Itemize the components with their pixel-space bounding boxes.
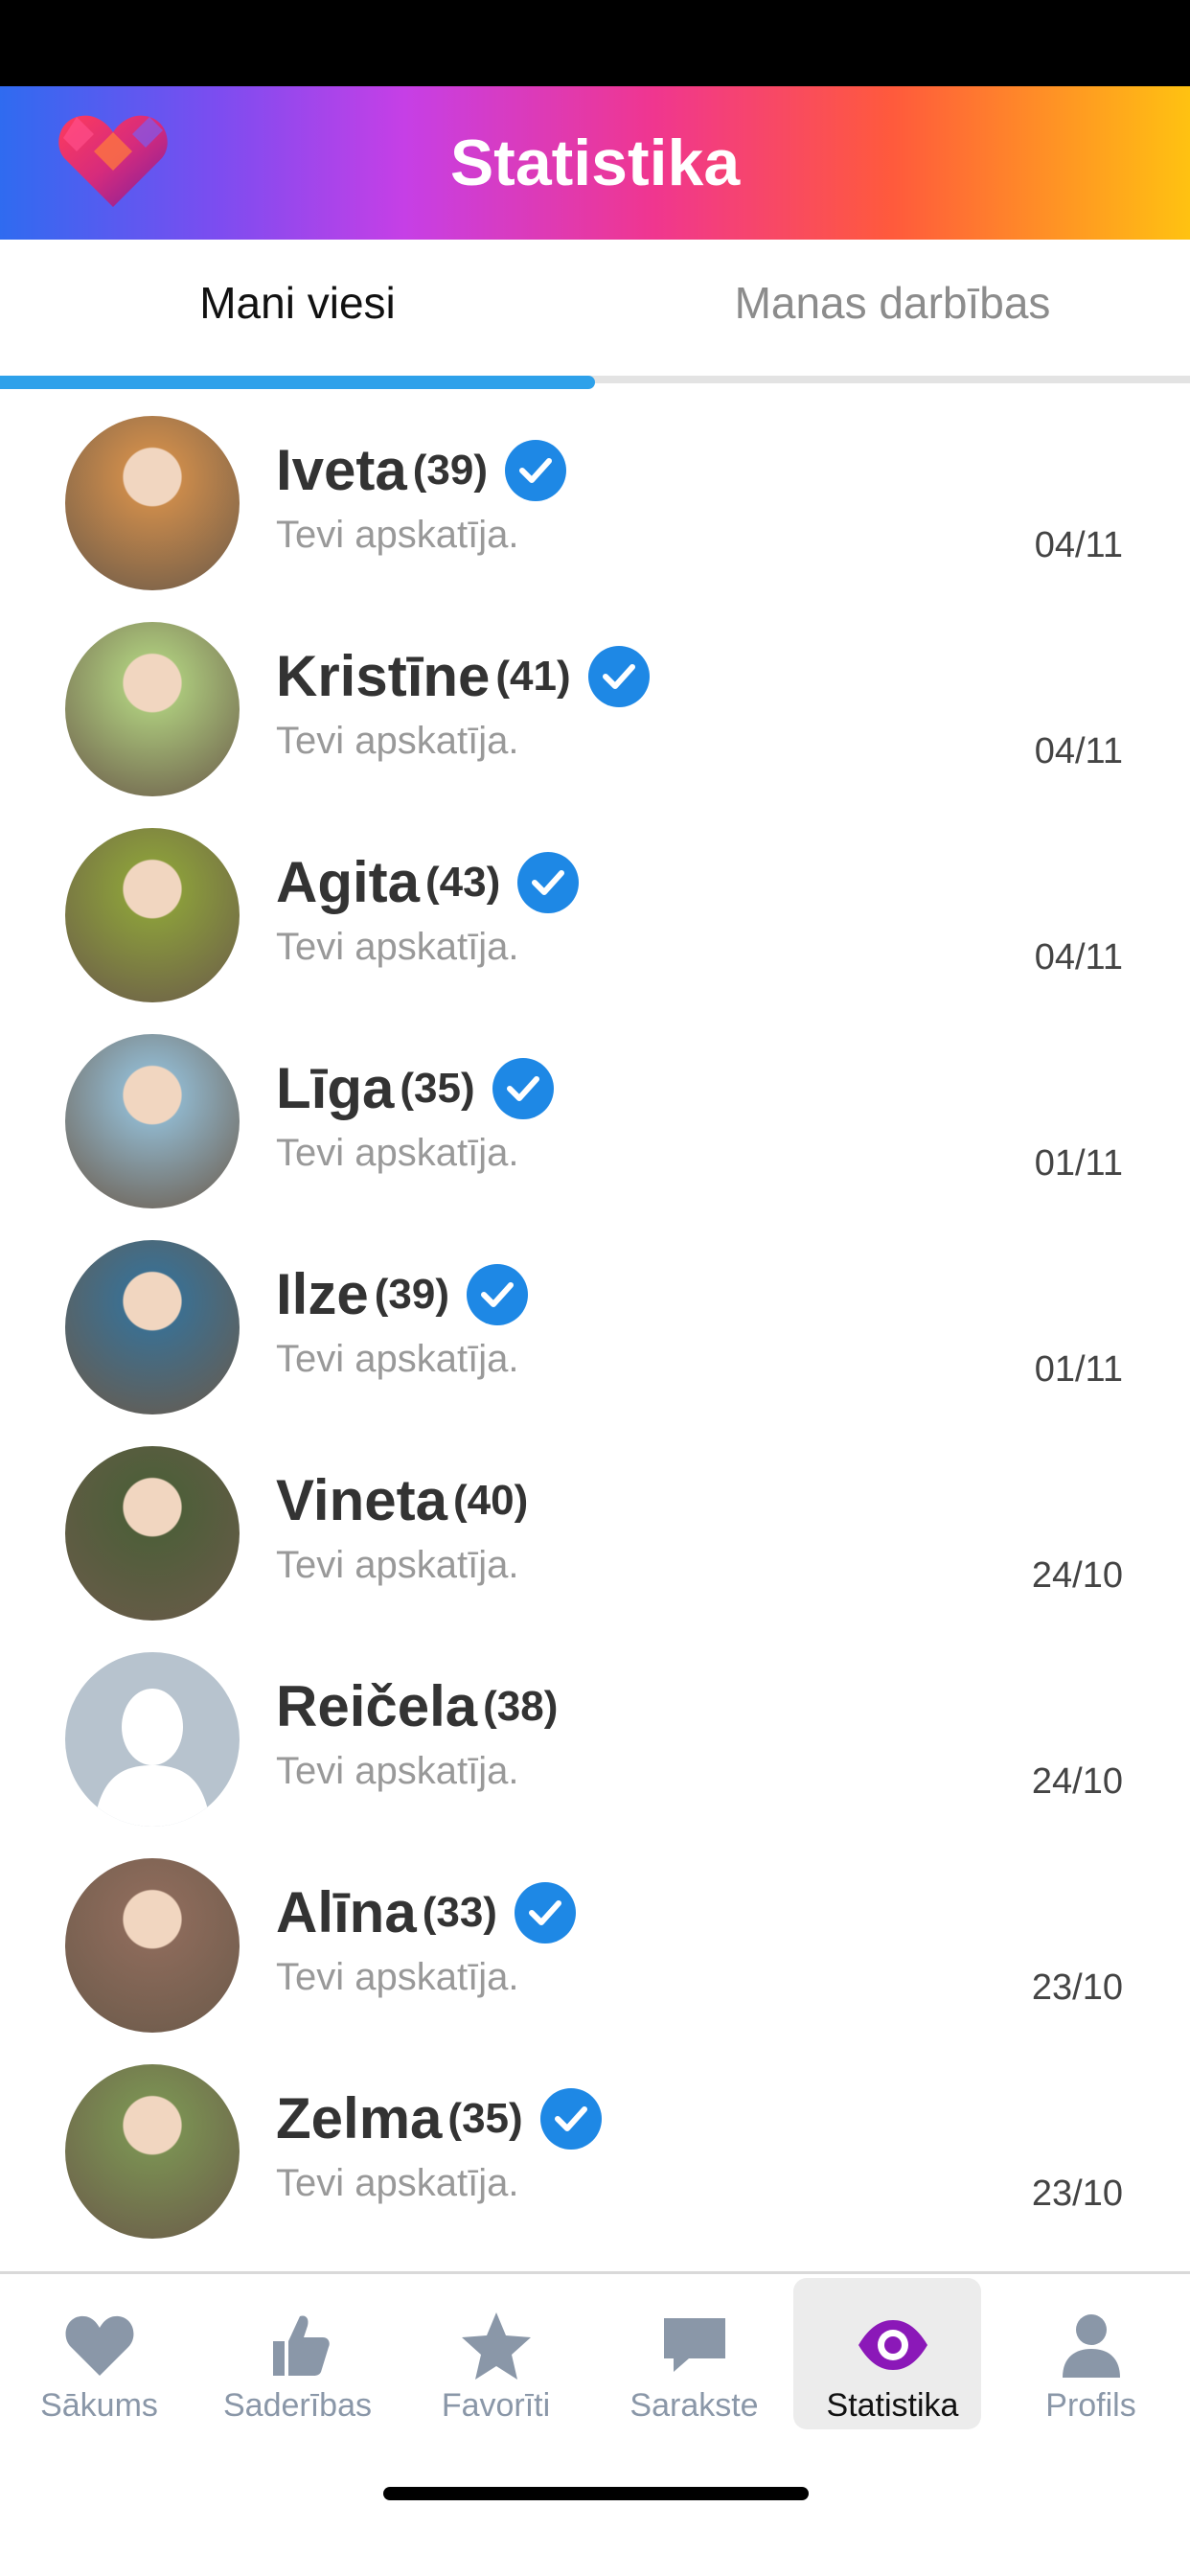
visit-date: 23/10 — [1031, 1967, 1123, 2008]
visitor-subtitle: Tevi apskatīja. — [276, 1544, 519, 1586]
verified-badge-icon — [517, 851, 580, 913]
visit-date: 23/10 — [1031, 2174, 1123, 2214]
visitor-name: Līga — [276, 1056, 395, 1120]
visitor-name: Agita — [276, 850, 420, 914]
visitor-row[interactable]: Iveta (39) Tevi apskatīja. 04/11 — [0, 401, 1190, 607]
visit-date: 24/10 — [1031, 1761, 1123, 1802]
nav-item-saderibas[interactable]: Saderības — [198, 2274, 397, 2437]
visitor-name-line: Līga (35) — [276, 1055, 554, 1132]
visit-date: 24/10 — [1031, 1555, 1123, 1596]
visitor-avatar[interactable] — [65, 1652, 240, 1827]
visitor-avatar[interactable] — [65, 416, 240, 590]
visitor-row[interactable]: Līga (35) Tevi apskatīja. 01/11 — [0, 1019, 1190, 1225]
visitor-avatar[interactable] — [65, 1240, 240, 1414]
home-indicator — [383, 2487, 809, 2500]
verified-badge-icon — [539, 2087, 602, 2150]
visit-date: 01/11 — [1034, 1349, 1123, 1390]
visitor-row[interactable]: Kristīne (41) Tevi apskatīja. 04/11 — [0, 607, 1190, 813]
nav-item-profils[interactable]: Profils — [992, 2274, 1190, 2437]
visitor-name-line: Iveta (39) — [276, 437, 567, 514]
tab-bar: Mani viesi Manas darbības — [0, 240, 1190, 393]
visitor-name-line: Vineta (40) — [276, 1467, 528, 1544]
visitor-name-line: Kristīne (41) — [276, 643, 650, 720]
visitor-avatar[interactable] — [65, 622, 240, 796]
eye-icon — [793, 2307, 992, 2383]
nav-label: Sarakste — [629, 2387, 759, 2424]
visitor-avatar[interactable] — [65, 1858, 240, 2033]
visitor-age: (38) — [483, 1682, 559, 1730]
visitor-avatar[interactable] — [65, 1446, 240, 1621]
visitor-avatar[interactable] — [65, 1034, 240, 1208]
nav-label: Profils — [1045, 2387, 1136, 2424]
chat-icon — [595, 2307, 793, 2383]
visitor-name-line: Ilze (39) — [276, 1261, 528, 1338]
person-icon — [992, 2307, 1190, 2383]
visitor-name-line: Alīna (33) — [276, 1879, 576, 1956]
nav-label: Saderības — [223, 2387, 372, 2424]
heart-icon — [0, 2307, 198, 2383]
tab-mani-viesi[interactable]: Mani viesi — [0, 240, 595, 374]
visitor-age: (35) — [447, 2094, 523, 2142]
verified-badge-icon — [492, 1057, 554, 1119]
tab-manas-darbibas[interactable]: Manas darbības — [595, 240, 1190, 374]
verified-badge-icon — [514, 1881, 576, 1944]
verified-badge-icon — [466, 1263, 528, 1325]
tab-active-indicator — [0, 376, 595, 389]
visitor-row[interactable]: Agita (43) Tevi apskatīja. 04/11 — [0, 813, 1190, 1019]
visitor-subtitle: Tevi apskatīja. — [276, 720, 519, 762]
visitor-name: Reičela — [276, 1674, 478, 1738]
visitor-subtitle: Tevi apskatīja. — [276, 926, 519, 968]
visitor-age: (43) — [425, 858, 501, 906]
app-header: Statistika — [0, 86, 1190, 240]
nav-item-sakums[interactable]: Sākums — [0, 2274, 198, 2437]
visitor-age: (39) — [412, 446, 489, 494]
visitor-age: (40) — [452, 1476, 529, 1524]
page-title: Statistika — [449, 126, 741, 199]
visitor-name: Iveta — [276, 438, 407, 502]
status-bar — [0, 0, 1190, 86]
visitor-name: Vineta — [276, 1468, 447, 1532]
visit-date: 04/11 — [1034, 937, 1123, 978]
verified-badge-icon — [505, 439, 567, 501]
visitor-subtitle: Tevi apskatīja. — [276, 2162, 519, 2204]
visitor-avatar[interactable] — [65, 2064, 240, 2239]
nav-item-favoriti[interactable]: Favorīti — [397, 2274, 595, 2437]
visitor-row[interactable]: Ilze (39) Tevi apskatīja. 01/11 — [0, 1225, 1190, 1431]
visitor-subtitle: Tevi apskatīja. — [276, 1338, 519, 1380]
visitor-name-line: Agita (43) — [276, 849, 580, 926]
visitor-name-line: Zelma (35) — [276, 2085, 602, 2162]
visit-date: 01/11 — [1034, 1143, 1123, 1184]
visitor-age: (39) — [374, 1270, 449, 1318]
visitor-age: (41) — [495, 652, 571, 700]
visitor-avatar[interactable] — [65, 828, 240, 1002]
visitor-name: Alīna — [276, 1880, 417, 1944]
visitor-subtitle: Tevi apskatīja. — [276, 1132, 519, 1174]
visitor-subtitle: Tevi apskatīja. — [276, 514, 519, 556]
nav-label: Sākums — [40, 2387, 158, 2424]
visitor-subtitle: Tevi apskatīja. — [276, 1750, 519, 1792]
star-icon — [397, 2307, 595, 2383]
visitor-subtitle: Tevi apskatīja. — [276, 1956, 519, 1998]
nav-item-statistika[interactable]: Statistika — [793, 2274, 992, 2437]
visit-date: 04/11 — [1034, 525, 1123, 565]
visitor-name: Kristīne — [276, 644, 491, 708]
visitor-row[interactable]: Reičela (38) Tevi apskatīja. 24/10 — [0, 1637, 1190, 1843]
nav-label: Favorīti — [441, 2387, 551, 2424]
visitor-name-line: Reičela (38) — [276, 1673, 558, 1750]
nav-item-sarakste[interactable]: Sarakste — [595, 2274, 793, 2437]
nav-label: Statistika — [826, 2387, 959, 2424]
verified-badge-icon — [587, 645, 650, 707]
visit-date: 04/11 — [1034, 731, 1123, 771]
visitor-name: Ilze — [276, 1262, 369, 1326]
bottom-navigation: Sākums Saderības Favorīti Sarakste Statistik… — [0, 2274, 1190, 2466]
thumbs-up-icon — [198, 2307, 397, 2383]
visitor-row[interactable]: Alīna (33) Tevi apskatīja. 23/10 — [0, 1843, 1190, 2049]
visitor-row[interactable]: Zelma (35) Tevi apskatīja. 23/10 — [0, 2049, 1190, 2255]
visitor-age: (35) — [400, 1064, 475, 1112]
visitor-age: (33) — [422, 1888, 497, 1936]
visitor-row[interactable]: Vineta (40) Tevi apskatīja. 24/10 — [0, 1431, 1190, 1637]
visitor-name: Zelma — [276, 2086, 443, 2150]
visitor-list: Iveta (39) Tevi apskatīja. 04/11 Kristīne (41… — [0, 401, 1190, 2255]
